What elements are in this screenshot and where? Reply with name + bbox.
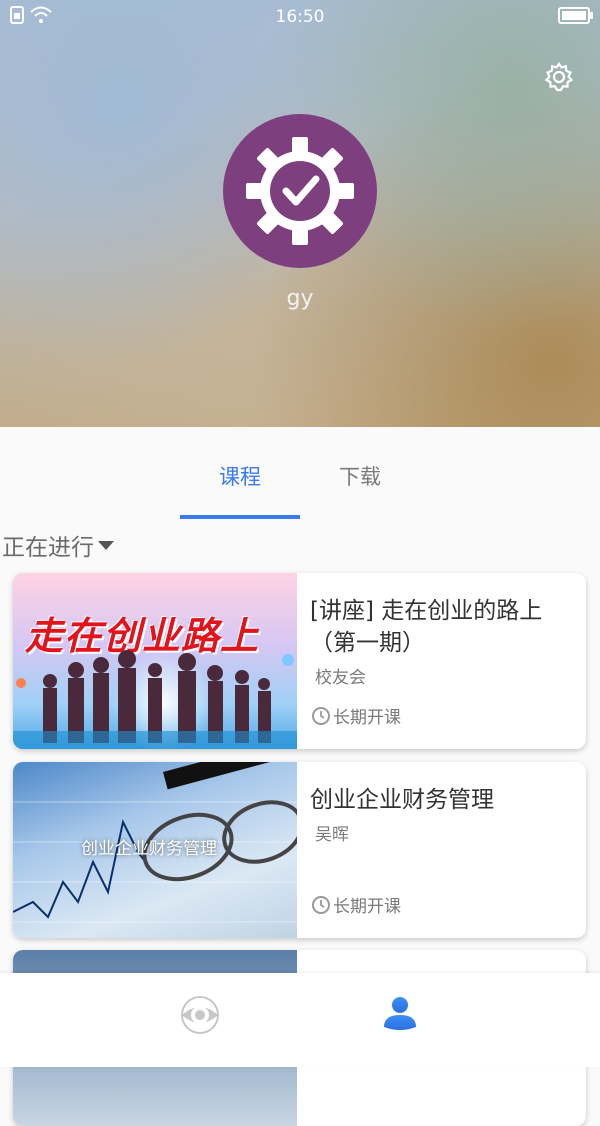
tab-downloads[interactable]: 下载 xyxy=(300,461,420,491)
tab-indicator xyxy=(180,515,300,519)
status-filter-dropdown[interactable]: 正在进行 xyxy=(2,528,114,562)
course-period: 长期开课 xyxy=(311,892,401,917)
caret-down-icon xyxy=(98,540,114,550)
user-icon[interactable] xyxy=(370,985,430,1045)
course-thumbnail: 创业企业财务管理 xyxy=(13,762,297,938)
status-time: 16:50 xyxy=(275,7,325,27)
battery-icon xyxy=(558,7,593,24)
eye-icon[interactable] xyxy=(170,985,230,1045)
tab-courses[interactable]: 课程 xyxy=(180,461,300,491)
course-card[interactable]: 创业企业财务管理 创业企业财务管理 吴晖 长期开课 xyxy=(13,762,586,938)
status-bar: 16:50 xyxy=(0,0,600,34)
bottom-navigation xyxy=(0,973,600,1067)
course-title: 创业企业财务管理 xyxy=(310,787,494,813)
course-title: [讲座] 走在创业的路上（第一期） xyxy=(310,598,543,656)
business-people-silhouette xyxy=(13,650,297,749)
clock-icon xyxy=(312,706,330,725)
course-author: 校友会 xyxy=(315,668,366,688)
course-author: 吴晖 xyxy=(315,825,349,845)
thumbnail-text: 创业企业财务管理 xyxy=(81,839,217,859)
course-period-label: 长期开课 xyxy=(333,897,401,917)
profile-header: 16:50 gy xyxy=(0,0,600,427)
course-period: 长期开课 xyxy=(311,703,401,728)
filter-label: 正在进行 xyxy=(2,535,94,561)
clock-icon xyxy=(312,895,330,914)
gear-check-icon xyxy=(246,137,354,245)
avatar[interactable] xyxy=(223,114,377,268)
tab-bar: 课程 下载 xyxy=(0,427,600,521)
course-card[interactable]: 走在创业路上 [讲座] 走在创业的路上（第一期） 校友会 长期开课 xyxy=(13,573,586,749)
course-period-label: 长期开课 xyxy=(333,708,401,728)
username: gy xyxy=(286,286,314,311)
course-thumbnail: 走在创业路上 xyxy=(13,573,297,749)
gear-icon[interactable] xyxy=(544,62,574,92)
